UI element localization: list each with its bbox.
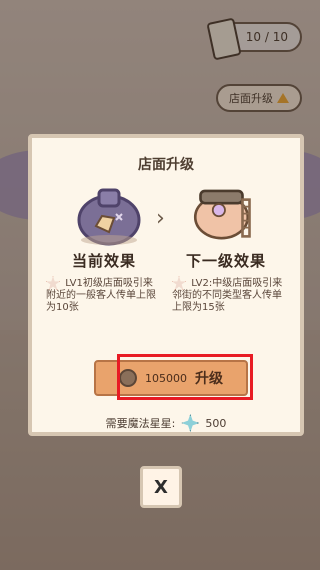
next-shop-icon: [193, 189, 251, 240]
requirement-label: 需要魔法星星:: [105, 417, 176, 430]
next-effect-text: LV2:中级店面吸引来邻街的不同类型客人传单上限为15张: [172, 278, 283, 313]
next-effect-description: LV2:中级店面吸引来邻街的不同类型客人传单上限为15张: [172, 276, 284, 314]
current-shop-icon: [77, 188, 141, 246]
next-effect-title: 下一级效果: [186, 252, 267, 270]
star-icon: [172, 276, 186, 290]
chevron-right-icon: ›: [156, 206, 165, 231]
requirement-row: 需要魔法星星: 500: [32, 414, 300, 432]
current-effect-text: LV1初级店面吸引来附近的一般客人传单上限为10张: [46, 278, 156, 313]
close-button[interactable]: X: [140, 466, 182, 508]
current-effect-title: 当前效果: [72, 252, 137, 270]
requirement-value: 500: [205, 416, 227, 430]
magic-star-icon: [181, 414, 200, 432]
star-icon: [46, 276, 60, 290]
current-effect-description: LV1初级店面吸引来附近的一般客人传单上限为10张: [46, 276, 158, 314]
red-highlight-box: [117, 354, 253, 400]
upgrade-dialog: 店面升级 › 当前效果 下一级效果 LV1初级店面吸引来附近的一般客人传单上限为…: [28, 134, 304, 436]
game-scene: 10 / 10 店面升级 店面升级 › 当前效果 下一级效果 LV1初级店面吸引…: [0, 0, 320, 570]
dialog-title: 店面升级: [138, 157, 194, 173]
